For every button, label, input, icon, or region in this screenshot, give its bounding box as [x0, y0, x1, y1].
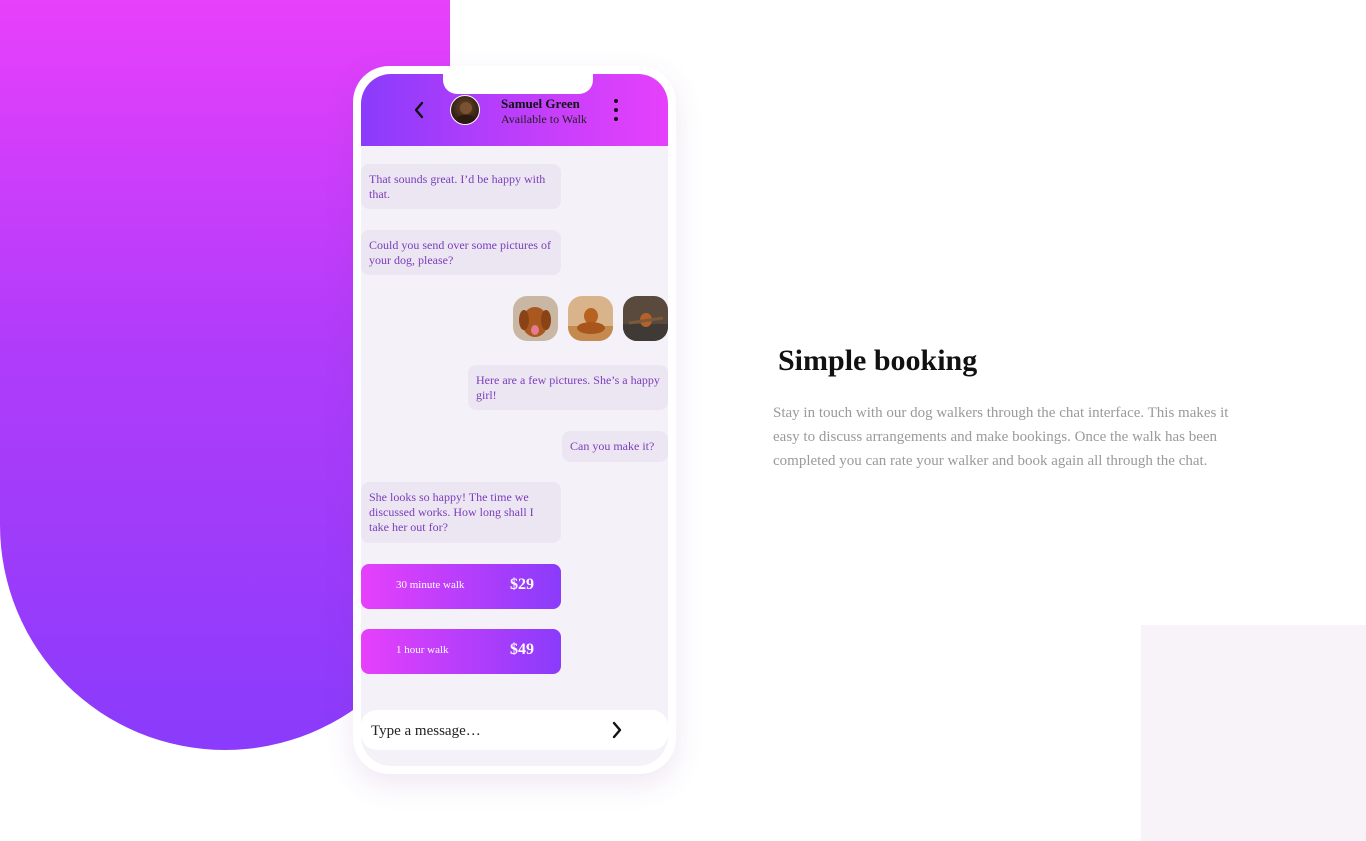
- message-sent: Can you make it?: [562, 431, 668, 462]
- phone-notch: [443, 74, 593, 94]
- back-button[interactable]: [408, 98, 430, 122]
- walk-option-price: $29: [510, 576, 534, 593]
- avatar[interactable]: [450, 95, 480, 125]
- contact-name: Samuel Green: [501, 96, 580, 111]
- message-composer: [361, 710, 668, 750]
- more-options-button[interactable]: [611, 99, 621, 121]
- phone-mockup: Samuel Green Available to Walk That soun…: [353, 66, 676, 774]
- chat-screen: Samuel Green Available to Walk That soun…: [361, 74, 668, 766]
- more-vertical-icon: [614, 99, 618, 103]
- walk-option-label: 30 minute walk: [396, 579, 465, 591]
- section-title: Simple booking: [778, 344, 978, 377]
- dog-photo-thumbnail[interactable]: [513, 296, 558, 341]
- message-received: That sounds great. I’d be happy with tha…: [361, 164, 561, 209]
- message-sent: Here are a few pictures. She’s a happy g…: [468, 365, 668, 410]
- walk-option-30-minutes[interactable]: 30 minute walk $29: [361, 564, 561, 609]
- walk-option-label: 1 hour walk: [396, 644, 449, 656]
- background-square: [1141, 625, 1366, 841]
- section-description: Stay in touch with our dog walkers throu…: [773, 405, 1229, 469]
- message-received: Could you send over some pictures of you…: [361, 230, 561, 275]
- message-received: She looks so happy! The time we discusse…: [361, 482, 561, 543]
- chevron-left-icon: [414, 101, 424, 119]
- message-input[interactable]: [369, 718, 603, 744]
- walk-option-1-hour[interactable]: 1 hour walk $49: [361, 629, 561, 674]
- chevron-right-icon: [612, 721, 622, 739]
- dog-photo-thumbnail[interactable]: [623, 296, 668, 341]
- dog-photo-thumbnail[interactable]: [568, 296, 613, 341]
- avatar-image: [457, 102, 475, 124]
- contact-status: Available to Walk: [501, 112, 587, 126]
- send-button[interactable]: [607, 718, 627, 742]
- walk-option-price: $49: [510, 641, 534, 658]
